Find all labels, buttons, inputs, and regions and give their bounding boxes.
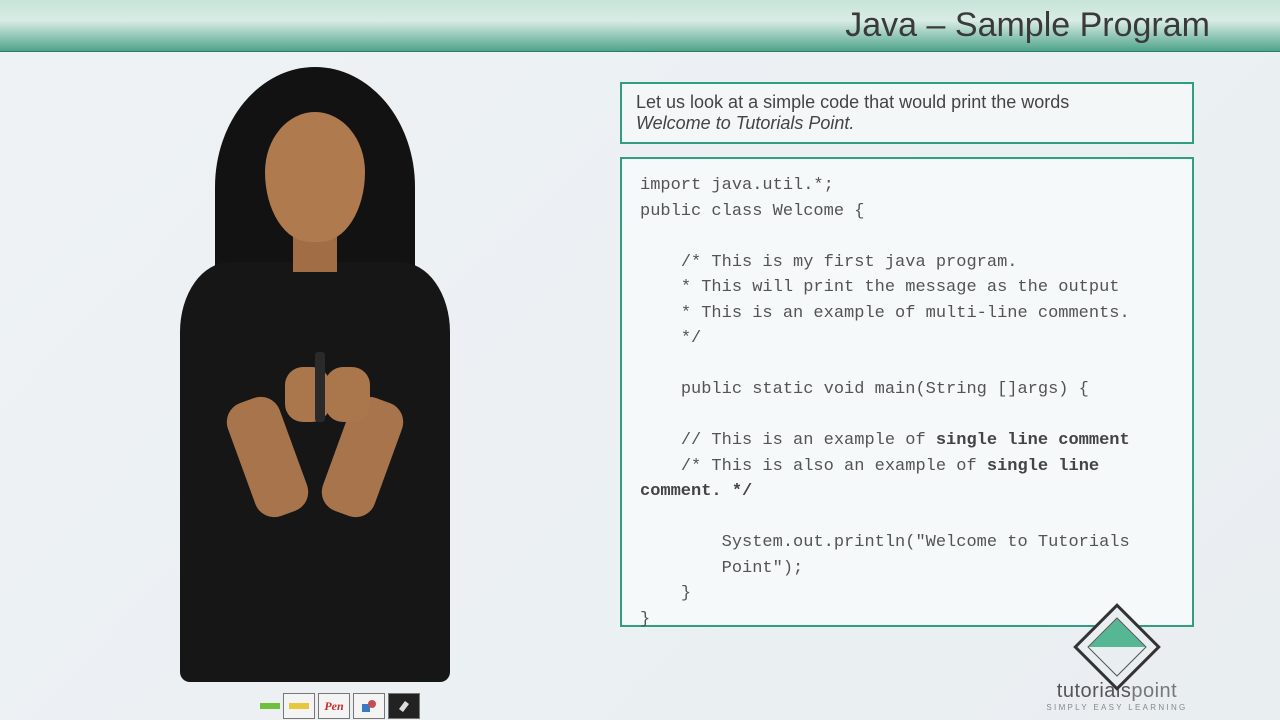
code-bold: single line comment — [936, 431, 1130, 450]
code-line: Point"); — [640, 559, 803, 578]
code-line: /* This is also an example of — [640, 457, 987, 476]
code-line: */ — [640, 329, 701, 348]
tutorialspoint-logo: tutorialspoint SIMPLY EASY LEARNING — [1022, 616, 1212, 712]
intro-line-2: Welcome to Tutorials Point. — [636, 113, 1178, 134]
logo-diamond-icon — [1073, 603, 1161, 691]
code-line: System.out.println("Welcome to Tutorials — [640, 533, 1130, 552]
intro-line-1: Let us look at a simple code that would … — [636, 92, 1178, 113]
shapes-icon — [360, 698, 378, 714]
code-line: } — [640, 610, 650, 629]
code-bold: single line — [987, 457, 1099, 476]
code-line: // This is an example of — [640, 431, 936, 450]
eraser-icon — [396, 699, 412, 713]
annotation-toolbar: Pen — [260, 692, 420, 720]
header-band: Java – Sample Program — [0, 0, 1280, 52]
pen-tool-button[interactable]: Pen — [318, 693, 350, 719]
code-sample-box: import java.util.*; public class Welcome… — [620, 157, 1194, 627]
marker-tool-button[interactable] — [283, 693, 315, 719]
eraser-tool-button[interactable] — [388, 693, 420, 719]
code-line: /* This is my first java program. — [640, 253, 1017, 272]
code-line: public static void main(String []args) { — [640, 380, 1089, 399]
whiteboard-area: Let us look at a simple code that would … — [0, 52, 1280, 720]
code-line: * This is an example of multi-line comme… — [640, 304, 1130, 323]
page-title: Java – Sample Program — [845, 6, 1210, 45]
shapes-tool-button[interactable] — [353, 693, 385, 719]
highlight-tool-icon[interactable] — [260, 703, 280, 709]
code-line: * This will print the message as the out… — [640, 278, 1119, 297]
code-line: public class Welcome { — [640, 202, 864, 221]
code-line: import java.util.*; — [640, 176, 834, 195]
logo-tagline: SIMPLY EASY LEARNING — [1022, 703, 1212, 712]
code-line: } — [640, 584, 691, 603]
presenter-figure — [120, 67, 500, 707]
code-bold: comment. */ — [640, 482, 752, 501]
intro-description-box: Let us look at a simple code that would … — [620, 82, 1194, 144]
